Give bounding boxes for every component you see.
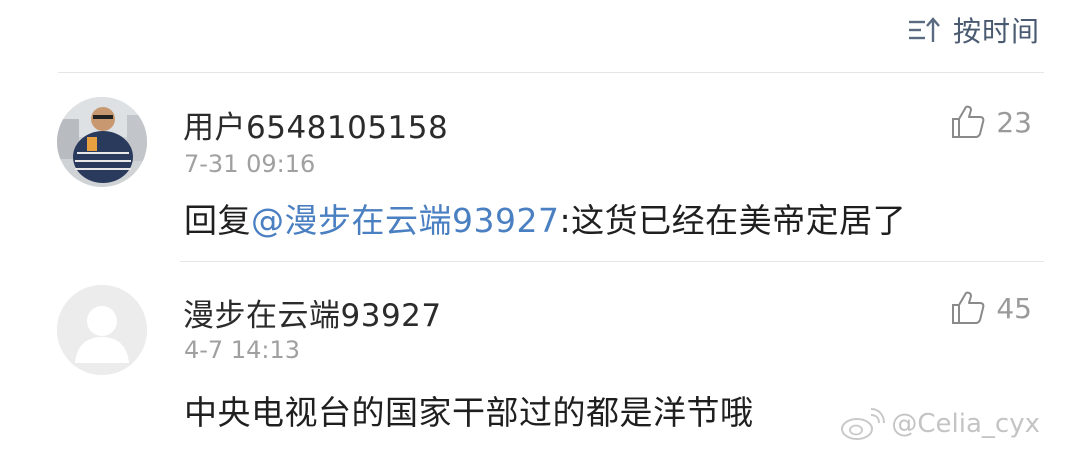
- watermark-text: @Celia_cyx: [891, 409, 1040, 439]
- username[interactable]: 漫步在云端93927: [183, 290, 442, 335]
- user-avatar[interactable]: [57, 97, 147, 187]
- thumbs-up-icon: [952, 291, 985, 324]
- timestamp: 4-7 14:13: [184, 336, 300, 364]
- weibo-icon: [841, 408, 886, 440]
- user-avatar[interactable]: [57, 285, 147, 375]
- reply-prefix: 回复: [184, 201, 251, 240]
- reply-body: :这货已经在美帝定居了: [559, 201, 907, 240]
- thumbs-up-icon: [952, 105, 985, 138]
- sort-by-time-button[interactable]: 按时间: [907, 10, 1040, 50]
- timestamp: 7-31 09:16: [184, 150, 316, 178]
- username[interactable]: 用户6548105158: [183, 102, 448, 147]
- sort-icon: [908, 17, 940, 42]
- photo-avatar-icon: [57, 97, 147, 187]
- sort-label: 按时间: [952, 15, 1040, 48]
- like-button[interactable]: 23: [950, 104, 1032, 140]
- comment-text: 中央电视台的国家干部过的都是洋节哦: [184, 393, 754, 432]
- comment-item: 用户6548105158 7-31 09:16 回复@漫步在云端93927:这货…: [0, 72, 1080, 261]
- comment-text: 回复@漫步在云端93927:这货已经在美帝定居了: [184, 194, 906, 242]
- mention-link[interactable]: @漫步在云端93927: [251, 201, 559, 240]
- like-count: 45: [996, 291, 1032, 325]
- like-count: 23: [996, 105, 1032, 139]
- default-avatar-icon: [57, 285, 147, 375]
- like-button[interactable]: 45: [950, 290, 1032, 326]
- watermark: @Celia_cyx: [839, 407, 1040, 441]
